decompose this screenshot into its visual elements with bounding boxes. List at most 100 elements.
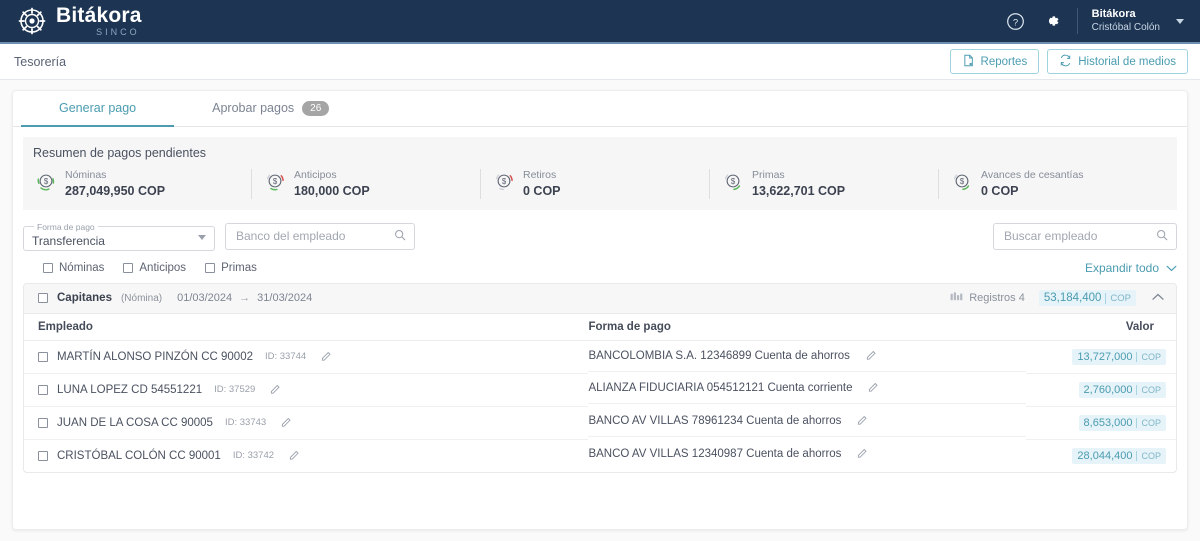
edit-pencil-icon[interactable] xyxy=(281,416,292,430)
employee-search-input[interactable]: Buscar empleado xyxy=(993,222,1177,250)
checkbox-primas[interactable]: Primas xyxy=(205,262,257,274)
value-amount: 13,727,000 COP xyxy=(1072,348,1166,365)
category-filter-row: Nóminas Anticipos Primas Expandir todo xyxy=(13,251,1187,283)
group-total-amount: 53,184,400 COP xyxy=(1038,290,1136,307)
row-select-checkbox[interactable] xyxy=(38,450,48,461)
value-currency: COP xyxy=(1136,417,1161,428)
summary-label: Nóminas xyxy=(65,169,107,181)
summary-label: Avances de cesantías xyxy=(981,169,1084,181)
top-navigation-bar: Bitákora SINCO ? Bitákora Cristóbal Coló… xyxy=(0,0,1200,44)
checkbox-primas-label: Primas xyxy=(221,261,257,274)
tab-generar-pago-label: Generar pago xyxy=(59,101,137,115)
reports-button[interactable]: Reportes xyxy=(949,49,1040,74)
svg-text:$: $ xyxy=(502,178,507,187)
employee-cell: LUNA LOPEZ CD 54551221 ID: 37529 xyxy=(24,373,589,407)
summary-title: Resumen de pagos pendientes xyxy=(33,146,207,160)
group-total-currency: COP xyxy=(1105,292,1131,304)
employee-cell: CRISTÓBAL COLÓN CC 90001 ID: 33742 xyxy=(24,439,588,472)
value-cell: 8,653,000 COP xyxy=(1026,406,1176,440)
summary-value: 0 COP xyxy=(523,183,561,198)
payment-method-cell: BANCO AV VILLAS 12340987 Cuenta de ahorr… xyxy=(588,439,1026,469)
reports-button-label: Reportes xyxy=(980,55,1028,68)
row-select-checkbox[interactable] xyxy=(38,384,48,395)
money-circle-icon: $ xyxy=(35,170,57,197)
user-account-info[interactable]: Bitákora Cristóbal Colón xyxy=(1092,8,1160,34)
page-body: Generar pago Aprobar pagos 26 Resumen de… xyxy=(0,80,1200,541)
tab-generar-pago[interactable]: Generar pago xyxy=(21,91,175,127)
summary-item-avances-cesantias: $ Avances de cesantías 0 COP xyxy=(938,169,1167,199)
table-row[interactable]: LUNA LOPEZ CD 54551221 ID: 37529 ALIANZA… xyxy=(24,373,1176,407)
summary-value: 180,000 COP xyxy=(294,183,370,198)
checkbox-box-icon[interactable] xyxy=(205,262,216,273)
top-bar-divider xyxy=(1076,8,1078,34)
media-history-button[interactable]: Historial de medios xyxy=(1047,49,1188,74)
top-bar-right-group: ? Bitákora Cristóbal Colón xyxy=(1005,8,1184,34)
group-records-count: Registros 4 xyxy=(950,292,1025,305)
checkbox-box-icon[interactable] xyxy=(123,262,134,273)
brand-logo[interactable]: Bitákora SINCO xyxy=(18,5,142,37)
checkbox-anticipos[interactable]: Anticipos xyxy=(123,262,186,274)
payment-method-cell: ALIANZA FIDUCIARIA 054512121 Cuenta corr… xyxy=(588,373,1027,405)
money-circle-icon: $ xyxy=(264,170,286,197)
search-icon[interactable] xyxy=(1156,229,1168,244)
table-row[interactable]: CRISTÓBAL COLÓN CC 90001 ID: 33742 BANCO… xyxy=(24,439,1176,472)
summary-value: 287,049,950 COP xyxy=(65,183,166,198)
summary-value: 13,622,701 COP xyxy=(752,183,846,198)
checkbox-nominas[interactable]: Nóminas xyxy=(43,262,104,274)
chevron-up-icon[interactable] xyxy=(1150,290,1166,306)
search-icon[interactable] xyxy=(394,229,406,244)
filter-controls: Forma de pago Transferencia Banco del em… xyxy=(23,221,415,251)
summary-item-retiros: $ Retiros 0 COP xyxy=(480,169,709,199)
compass-wheel-icon xyxy=(18,7,46,35)
table-row[interactable]: JUAN DE LA COSA CC 90005 ID: 33743 BANCO… xyxy=(24,406,1176,440)
tab-bar: Generar pago Aprobar pagos 26 xyxy=(13,91,1187,127)
refresh-sync-icon xyxy=(1059,54,1072,70)
svg-text:$: $ xyxy=(44,178,49,187)
gear-icon[interactable] xyxy=(1041,10,1063,32)
breadcrumb-action-bar: Tesorería Reportes Historial de medios xyxy=(0,44,1200,80)
tab-aprobar-pagos[interactable]: Aprobar pagos 26 xyxy=(174,91,367,127)
tab-aprobar-pagos-badge: 26 xyxy=(302,100,330,116)
bank-search-input[interactable]: Banco del empleado xyxy=(225,222,415,250)
user-organization: Bitákora xyxy=(1091,7,1136,20)
group-select-checkbox[interactable] xyxy=(38,293,48,304)
edit-pencil-icon[interactable] xyxy=(289,449,300,463)
bank-search-placeholder: Banco del empleado xyxy=(236,229,346,244)
edit-pencil-icon[interactable] xyxy=(868,381,879,395)
column-header-value: Valor xyxy=(1026,313,1176,341)
payment-method-text: ALIANZA FIDUCIARIA 054512121 Cuenta corr… xyxy=(588,382,853,395)
group-name: Capitanes xyxy=(57,292,112,305)
table-row[interactable]: MARTÍN ALONSO PINZÓN CC 90002 ID: 33744 xyxy=(24,340,1176,374)
payment-group-capitanes: Capitanes (Nómina) 01/03/2024 → 31/03/20… xyxy=(23,282,1177,473)
summary-label: Retiros xyxy=(523,169,557,181)
group-header[interactable]: Capitanes (Nómina) 01/03/2024 → 31/03/20… xyxy=(24,283,1176,314)
employee-name: LUNA LOPEZ CD 54551221 xyxy=(57,383,203,396)
chevron-down-icon[interactable] xyxy=(198,234,206,240)
edit-pencil-icon[interactable] xyxy=(857,447,868,461)
document-icon xyxy=(962,54,975,70)
payment-method-cell: BANCO AV VILLAS 78961234 Cuenta de ahorr… xyxy=(588,406,1027,438)
payment-method-text: BANCO AV VILLAS 78961234 Cuenta de ahorr… xyxy=(588,415,842,428)
edit-pencil-icon[interactable] xyxy=(270,383,281,397)
payment-method-value: Transferencia xyxy=(32,233,105,248)
edit-pencil-icon[interactable] xyxy=(866,349,877,363)
arrow-right-icon: → xyxy=(239,292,251,305)
summary-value: 0 COP xyxy=(981,183,1019,198)
employee-id: ID: 33743 xyxy=(224,417,267,429)
value-cell: 2,760,000 COP xyxy=(1026,373,1176,407)
payment-method-select[interactable]: Forma de pago Transferencia xyxy=(23,221,215,251)
edit-pencil-icon[interactable] xyxy=(857,414,868,428)
row-select-checkbox[interactable] xyxy=(38,351,48,362)
edit-pencil-icon[interactable] xyxy=(321,350,332,364)
checkbox-box-icon[interactable] xyxy=(43,262,53,273)
filter-row: Forma de pago Transferencia Banco del em… xyxy=(13,210,1187,251)
employee-name: MARTÍN ALONSO PINZÓN CC 90002 xyxy=(57,350,253,363)
chevron-down-icon[interactable] xyxy=(1176,18,1184,24)
value-currency: COP xyxy=(1136,450,1161,461)
help-circle-icon[interactable]: ? xyxy=(1005,10,1027,32)
expand-all-button[interactable]: Expandir todo xyxy=(1085,261,1177,275)
payment-method-cell: BANCOLOMBIA S.A. 12346899 Cuenta de ahor… xyxy=(588,341,1027,372)
table-header-row: Empleado Forma de pago Valor xyxy=(24,313,1176,341)
page-actions: Reportes Historial de medios xyxy=(949,49,1188,74)
row-select-checkbox[interactable] xyxy=(38,417,48,428)
